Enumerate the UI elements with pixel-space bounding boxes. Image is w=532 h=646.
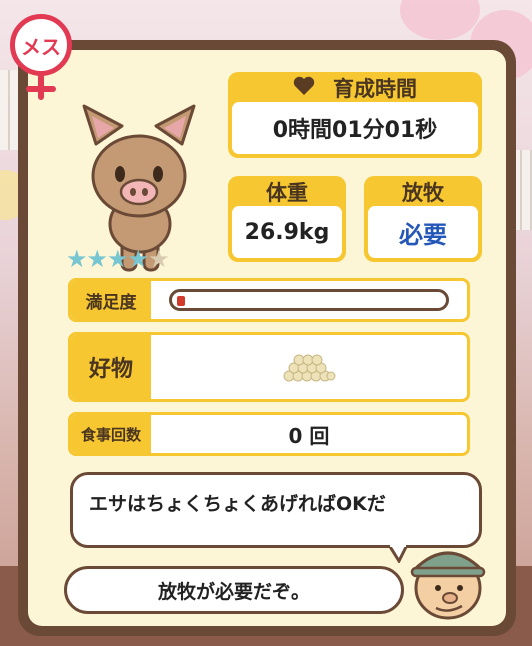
growth-time-title-row: 育成時間 — [232, 76, 478, 102]
farmer-speech-bubble: 放牧が必要だぞ。 — [64, 566, 404, 614]
meal-count-row: 食事回数 0 回 — [68, 412, 470, 456]
favorite-food-row: 好物 — [68, 332, 470, 402]
farmer-message: 放牧が必要だぞ。 — [157, 580, 310, 603]
grazing-value: 必要 — [368, 206, 478, 258]
satisfaction-gauge-fill — [177, 296, 185, 306]
favorite-food-label: 好物 — [71, 335, 151, 399]
hint-speech-bubble: エサはちょくちょくあげればOKだ — [70, 472, 482, 563]
star-filled-icon: ★ — [86, 245, 108, 273]
star-filled-icon: ★ — [127, 245, 149, 273]
gender-badge: メス — [6, 10, 86, 102]
blossom-decoration — [400, 0, 480, 40]
favorite-food-body — [151, 335, 467, 399]
satisfaction-label: 満足度 — [71, 281, 151, 319]
farmer-character — [410, 551, 486, 620]
gender-badge-label: メス — [10, 14, 72, 76]
weight-value: 26.9kg — [232, 206, 342, 258]
satisfaction-body — [151, 281, 467, 319]
heart-icon — [293, 76, 315, 102]
grazing-title: 放牧 — [402, 181, 444, 205]
satisfaction-gauge — [169, 289, 449, 311]
star-filled-icon: ★ — [66, 245, 87, 273]
meal-count-value: 0 回 — [288, 423, 330, 448]
hint-message: エサはちょくちょくあげればOKだ — [89, 493, 386, 515]
female-symbol-bar — [26, 86, 56, 92]
growth-time-value: 0時間01分01秒 — [232, 102, 478, 154]
feed-pile-icon — [283, 354, 336, 382]
weight-card: 体重 26.9kg — [228, 176, 346, 262]
star-empty-icon: ★ — [148, 245, 169, 273]
grazing-card: 放牧 必要 — [364, 176, 482, 262]
weight-title: 体重 — [266, 181, 308, 205]
growth-time-title: 育成時間 — [333, 77, 417, 101]
satisfaction-row: 満足度 — [68, 278, 470, 322]
growth-time-card: 育成時間 0時間01分01秒 — [228, 72, 482, 158]
rating-stars: ★★★★★ — [66, 245, 170, 273]
meal-count-label: 食事回数 — [71, 415, 151, 453]
star-filled-icon: ★ — [107, 245, 128, 273]
